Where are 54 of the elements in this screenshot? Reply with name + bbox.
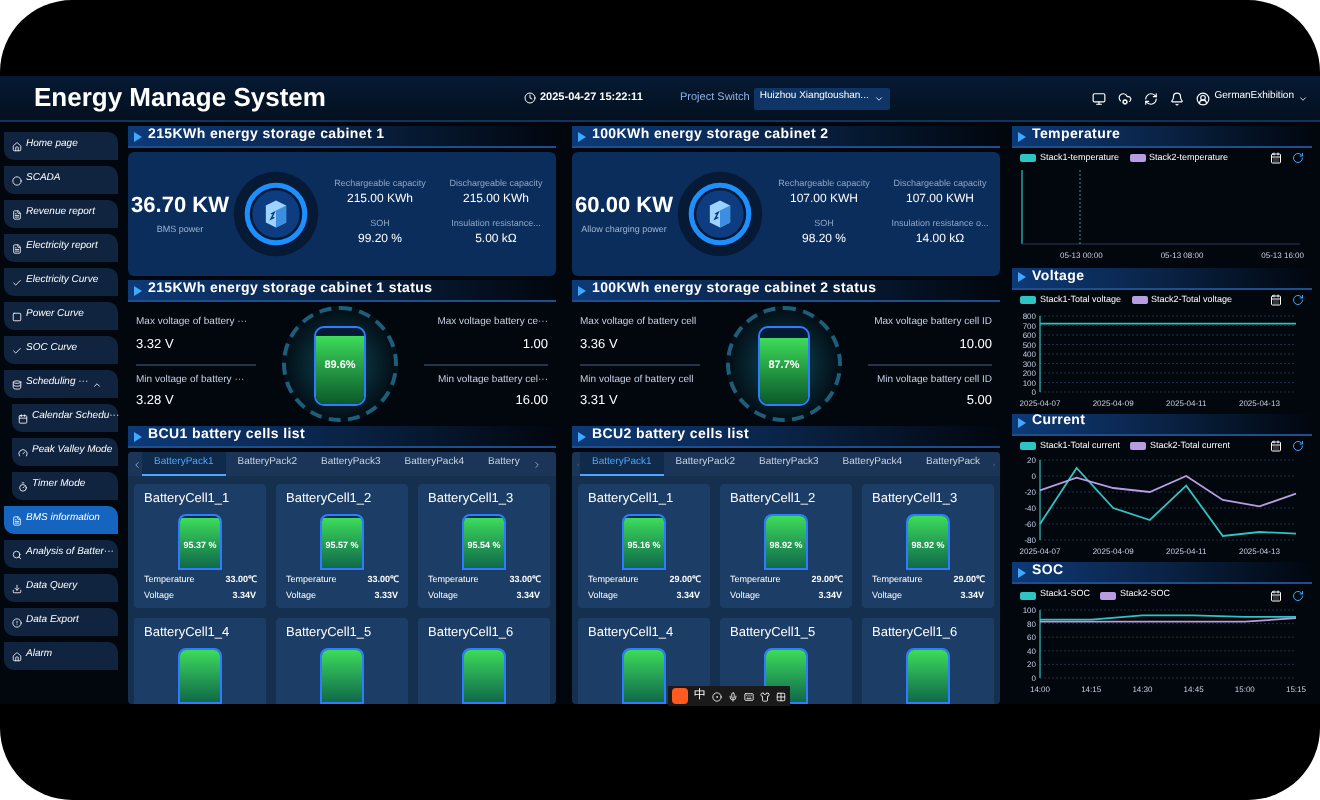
triangle-icon: [1018, 418, 1026, 428]
refresh-icon[interactable]: [1144, 91, 1159, 105]
home-icon: [12, 651, 22, 661]
calendar-icon[interactable]: [1270, 294, 1282, 307]
caret-icon: [1298, 93, 1308, 103]
gauge-icon: [18, 447, 28, 457]
triangle-icon: [1018, 272, 1026, 283]
triangle-icon: [578, 431, 586, 441]
timer-icon: [18, 481, 28, 491]
calendar-icon[interactable]: [1270, 152, 1282, 165]
ime-logo-icon: [672, 688, 688, 704]
triangle-icon: [134, 431, 142, 441]
app-title: Energy Manage System: [32, 80, 328, 117]
database-icon: [12, 379, 22, 389]
refresh-icon[interactable]: [1292, 589, 1304, 602]
calendar-icon[interactable]: [1270, 589, 1282, 602]
cabinet-icon: [232, 170, 320, 258]
triangle-icon: [134, 131, 142, 141]
refresh-icon[interactable]: [1292, 439, 1304, 452]
bell-icon[interactable]: [1170, 91, 1185, 105]
refresh-icon[interactable]: [1292, 294, 1304, 307]
power-value: 60.00 KW: [575, 192, 673, 223]
cloud-icon[interactable]: [1118, 91, 1133, 105]
alert-icon: [12, 617, 22, 627]
triangle-icon: [578, 131, 586, 141]
triangle-icon: [1018, 131, 1026, 141]
circle-icon: [12, 175, 22, 185]
caret-icon: [873, 93, 884, 103]
home-icon: [12, 141, 22, 151]
triangle-icon: [578, 285, 586, 295]
triangle-icon: [1018, 567, 1026, 578]
calendar-icon[interactable]: [1270, 439, 1282, 452]
shirt-icon[interactable]: [760, 691, 770, 701]
download-icon: [12, 583, 22, 593]
power-value: 36.70 KW: [131, 192, 229, 223]
microphone-icon[interactable]: [728, 691, 738, 701]
square-icon: [12, 311, 22, 321]
document-icon: [12, 515, 22, 525]
cabinet-icon: [676, 170, 764, 258]
scroll-left-icon[interactable]: [132, 459, 142, 469]
refresh-icon[interactable]: [1292, 152, 1304, 165]
monitor-icon[interactable]: [1092, 91, 1107, 105]
scroll-right-icon[interactable]: [531, 459, 542, 469]
keyboard-icon[interactable]: [744, 691, 754, 701]
clock-icon: [524, 92, 536, 104]
search-icon: [12, 549, 22, 559]
grid-icon[interactable]: [776, 691, 786, 701]
calendar-icon: [18, 413, 28, 423]
document-icon: [12, 243, 22, 253]
check-icon: [12, 277, 22, 287]
triangle-icon: [134, 285, 142, 295]
document-icon: [12, 209, 22, 219]
user-icon: [1196, 91, 1211, 105]
check-icon: [12, 345, 22, 355]
